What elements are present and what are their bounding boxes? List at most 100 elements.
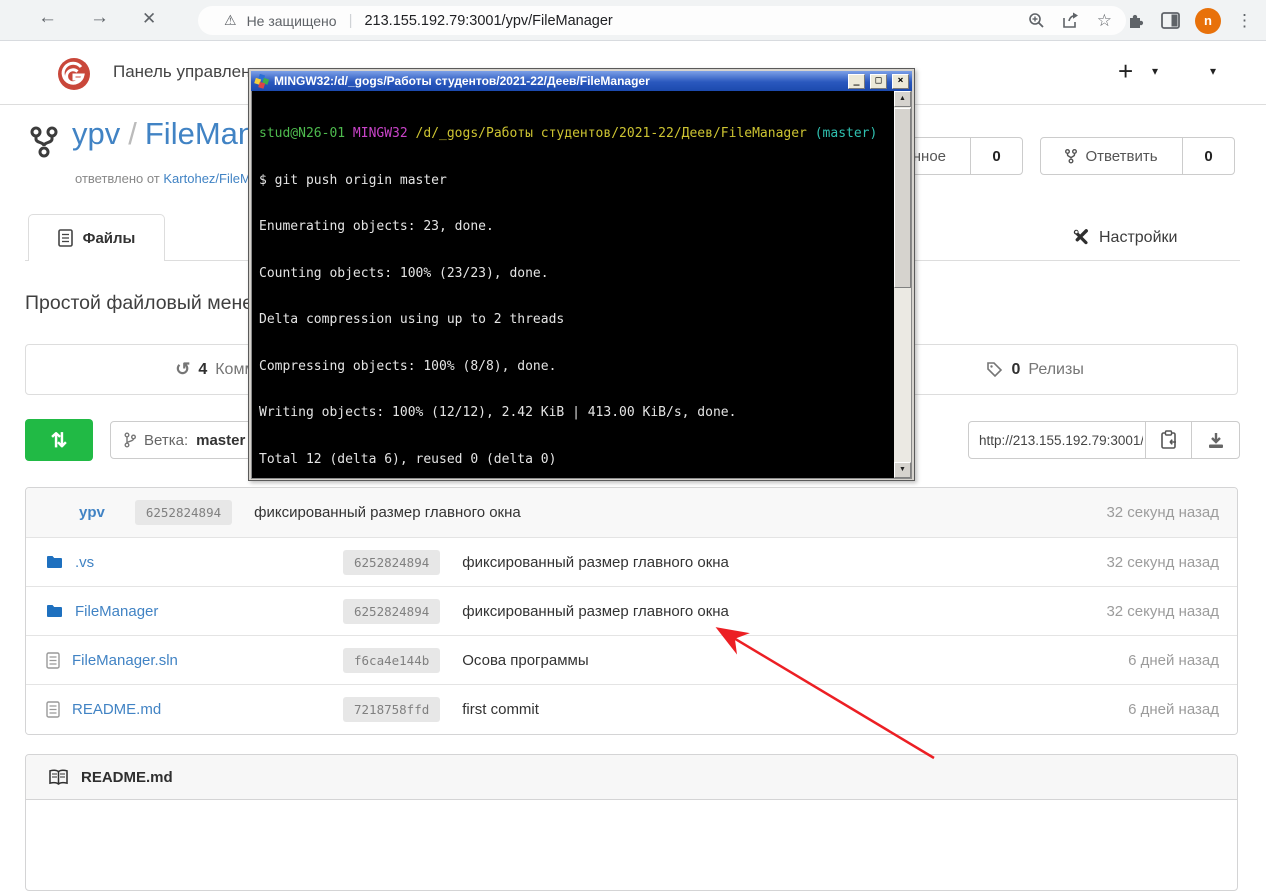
commit-message: фиксированный размер главного окна (462, 603, 729, 620)
back-icon[interactable]: ← (38, 7, 57, 29)
file-icon (46, 701, 60, 718)
compare-button[interactable]: ⇅ (25, 419, 93, 461)
not-secure-warning-icon: ⚠ (224, 12, 237, 29)
minimize-button[interactable]: _ (848, 74, 865, 89)
fork-count[interactable]: 0 (1182, 138, 1234, 174)
fork-button-group: Ответвить 0 (1040, 137, 1235, 175)
clipboard-copy-icon (1160, 430, 1178, 450)
branch-dropdown[interactable]: Ветка:master (110, 421, 268, 459)
terminal-output-line: Enumerating objects: 23, done. (259, 219, 887, 236)
terminal-output-line: Writing objects: 100% (12/12), 2.42 KiB … (259, 405, 887, 422)
table-row: README.md 7218758ffd first commit 6 дней… (26, 685, 1237, 734)
share-icon[interactable] (1062, 12, 1080, 29)
folder-icon (46, 555, 63, 569)
commit-sha-badge[interactable]: 6252824894 (343, 550, 440, 575)
file-icon (46, 652, 60, 669)
fork-icon (1065, 149, 1077, 164)
file-link[interactable]: FileManager (75, 603, 158, 620)
commit-age: 6 дней назад (1128, 652, 1219, 669)
commit-age: 32 секунд назад (1106, 554, 1219, 571)
commit-message: first commit (462, 701, 539, 718)
table-row: .vs 6252824894 фиксированный размер глав… (26, 538, 1237, 587)
side-panel-icon[interactable] (1161, 12, 1180, 29)
tag-icon (986, 361, 1003, 378)
gogs-logo[interactable] (56, 56, 92, 92)
readme-panel: README.md (25, 754, 1238, 891)
tab-files[interactable]: Файлы (28, 214, 165, 261)
zoom-icon[interactable] (1028, 12, 1045, 29)
file-link[interactable]: FileManager.sln (72, 652, 178, 669)
bookmark-star-icon[interactable]: ☆ (1097, 11, 1112, 31)
fork-button[interactable]: Ответвить (1041, 138, 1182, 174)
scroll-down-icon[interactable]: ▼ (894, 462, 911, 478)
dashboard-link[interactable]: Панель управления (113, 62, 269, 82)
new-repo-plus-icon[interactable]: + (1118, 56, 1133, 87)
book-icon (48, 769, 69, 786)
address-bar[interactable]: ⚠ Не защищено | 213.155.192.79:3001/ypv/… (198, 6, 1126, 35)
close-button[interactable]: × (892, 74, 909, 89)
commit-sha-badge[interactable]: 7218758ffd (343, 697, 440, 722)
commit-message: фиксированный размер главного окна (462, 554, 729, 571)
download-button[interactable] (1191, 421, 1240, 459)
commit-author-link[interactable]: ypv (79, 504, 105, 521)
terminal-title: MINGW32:/d/_gogs/Работы студентов/2021-2… (274, 74, 843, 88)
commit-message: фиксированный размер главного окна (254, 504, 521, 521)
forward-icon[interactable]: → (90, 7, 109, 29)
terminal-command: $ git push origin master (259, 173, 887, 190)
terminal-output-line: Compressing objects: 100% (8/8), done. (259, 359, 887, 376)
address-divider: | (349, 12, 353, 29)
terminal-content[interactable]: stud@N26-01 MINGW32 /d/_gogs/Работы студ… (251, 91, 912, 479)
clone-url-input[interactable] (968, 421, 1146, 459)
mingw-icon (254, 74, 269, 89)
commit-sha-badge[interactable]: 6252824894 (343, 599, 440, 624)
commit-sha-badge[interactable]: 6252824894 (135, 500, 232, 525)
commit-age: 32 секунд назад (1106, 504, 1219, 521)
user-menu-caret-icon[interactable]: ▾ (1210, 64, 1216, 78)
commit-message: Осова программы (462, 652, 588, 669)
repo-description: Простой файловый менеджер (25, 292, 249, 315)
repo-owner-link[interactable]: ypv (72, 116, 120, 151)
scrollbar-thumb[interactable] (894, 108, 911, 288)
download-icon (1207, 432, 1225, 449)
extensions-puzzle-icon[interactable] (1127, 11, 1146, 30)
table-row: FileManager 6252824894 фиксированный раз… (26, 587, 1237, 636)
terminal-window[interactable]: MINGW32:/d/_gogs/Работы студентов/2021-2… (248, 68, 915, 481)
security-label: Не защищено (247, 13, 337, 29)
star-count[interactable]: 0 (970, 138, 1022, 174)
new-repo-caret-icon[interactable]: ▾ (1152, 64, 1158, 78)
screen: ← → ✕ ⚠ Не защищено | 213.155.192.79:300… (0, 0, 1266, 894)
terminal-output-line: Counting objects: 100% (23/23), done. (259, 266, 887, 283)
terminal-scrollbar[interactable]: ▲ ▼ (894, 91, 911, 478)
commit-sha-badge[interactable]: f6ca4e144b (343, 648, 440, 673)
browser-profile-avatar[interactable]: n (1195, 8, 1221, 34)
url-text: 213.155.192.79:3001/ypv/FileManager (364, 13, 612, 29)
maximize-button[interactable]: □ (870, 74, 887, 89)
latest-commit-row: ypv 6252824894 фиксированный размер глав… (26, 488, 1237, 538)
repo-fork-icon (30, 126, 58, 158)
terminal-prompt-line: stud@N26-01 MINGW32 /d/_gogs/Работы студ… (259, 126, 887, 143)
file-link[interactable]: .vs (75, 554, 94, 571)
folder-icon (46, 604, 63, 618)
table-row: FileManager.sln f6ca4e144b Осова програм… (26, 636, 1237, 685)
scroll-up-icon[interactable]: ▲ (894, 91, 911, 107)
terminal-titlebar[interactable]: MINGW32:/d/_gogs/Работы студентов/2021-2… (251, 71, 912, 91)
commit-age: 32 секунд назад (1106, 603, 1219, 620)
branch-icon (124, 432, 136, 448)
file-table: ypv 6252824894 фиксированный размер глав… (25, 487, 1238, 735)
tab-settings[interactable]: Настройки (1072, 228, 1177, 247)
readme-header: README.md (26, 755, 1237, 800)
settings-tools-icon (1072, 228, 1091, 247)
terminal-output-line: Delta compression using up to 2 threads (259, 312, 887, 329)
stop-icon[interactable]: ✕ (142, 9, 156, 29)
browser-toolbar: ← → ✕ ⚠ Не защищено | 213.155.192.79:300… (0, 0, 1266, 41)
history-icon: ↺ (175, 359, 190, 380)
terminal-output-line: Total 12 (delta 6), reused 0 (delta 0) (259, 452, 887, 469)
compare-icon: ⇅ (51, 428, 68, 453)
files-doc-icon (58, 229, 73, 247)
copy-url-button[interactable] (1145, 421, 1192, 459)
file-link[interactable]: README.md (72, 701, 161, 718)
terminal-text: stud@N26-01 MINGW32 /d/_gogs/Работы студ… (252, 91, 894, 478)
browser-menu-icon[interactable]: ⋮ (1236, 11, 1253, 31)
commit-age: 6 дней назад (1128, 701, 1219, 718)
repo-title-separator: / (128, 116, 137, 151)
